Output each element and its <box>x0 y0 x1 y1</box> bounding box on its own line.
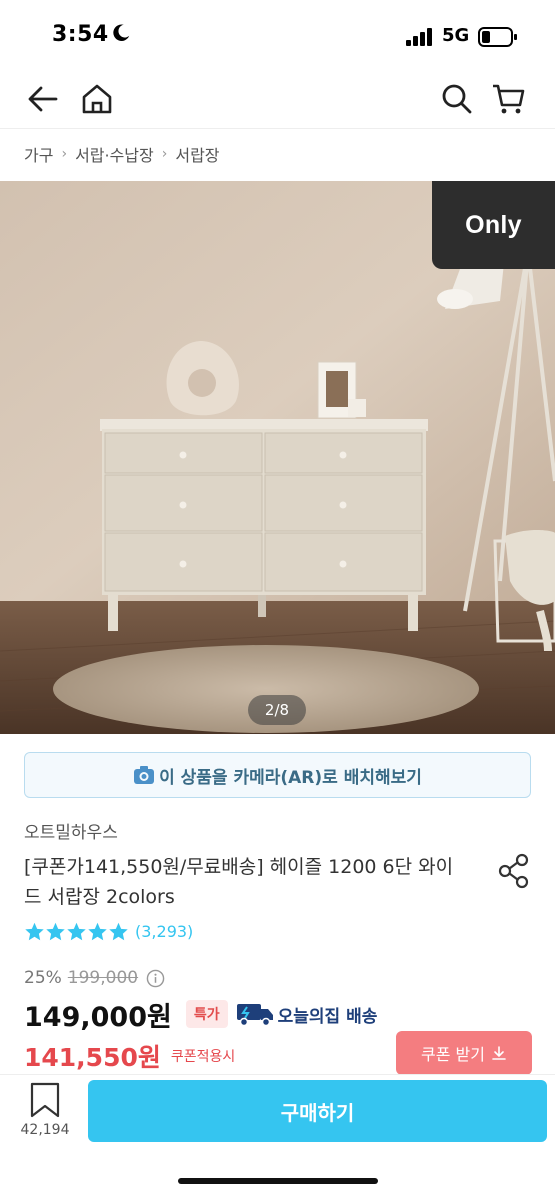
breadcrumb-item[interactable]: 가구 <box>24 142 53 166</box>
buy-button[interactable]: 구매하기 <box>88 1080 547 1142</box>
info-icon[interactable] <box>146 969 165 988</box>
signal-icon <box>406 28 432 46</box>
breadcrumb-item[interactable]: 서랍장 <box>175 142 219 166</box>
image-pager: 2/8 <box>248 695 306 725</box>
star-icon <box>46 922 65 940</box>
special-badge: 특가 <box>185 1000 228 1028</box>
home-indicator <box>178 1178 378 1184</box>
coupon-price: 141,550원 <box>24 1043 161 1072</box>
star-icon <box>67 922 86 940</box>
product-title: [쿠폰가141,550원/무료배송] 헤이즐 1200 6단 와이드 서랍장 2… <box>24 856 454 908</box>
bottom-divider <box>0 1074 555 1075</box>
status-bar: 3:54 5G <box>0 0 555 70</box>
camera-icon <box>134 766 155 784</box>
network-label: 5G <box>442 25 470 46</box>
download-icon <box>492 1046 506 1060</box>
only-badge: Only <box>432 181 555 269</box>
share-icon[interactable] <box>496 852 532 890</box>
coupon-button-label: 쿠폰 받기 <box>421 1045 485 1064</box>
coupon-download-button[interactable]: 쿠폰 받기 <box>396 1031 532 1075</box>
delivery-truck-icon <box>236 1004 273 1027</box>
review-count[interactable]: (3,293) <box>135 922 193 941</box>
ar-placement-button[interactable]: 이 상품을 카메라(AR)로 배치해보기 <box>24 752 531 798</box>
original-price-row: 25% 199,000 <box>24 965 165 991</box>
rating-stars <box>24 921 129 942</box>
star-icon <box>25 922 44 940</box>
cart-icon[interactable] <box>490 80 528 118</box>
home-icon[interactable] <box>78 80 116 118</box>
rating-row[interactable]: (3,293) <box>24 918 193 944</box>
top-nav <box>0 70 555 128</box>
delivery-label: 오늘의집 배송 <box>277 1006 378 1027</box>
bookmark-count: 42,194 <box>20 1122 70 1138</box>
discount-rate: 25% <box>24 968 62 988</box>
moon-icon <box>113 24 130 41</box>
coupon-note: 쿠폰적용시 <box>170 1049 236 1065</box>
original-price: 199,000 <box>67 968 139 988</box>
ar-button-label: 이 상품을 카메라(AR)로 배치해보기 <box>159 767 422 788</box>
nav-divider <box>0 128 555 129</box>
battery-icon <box>478 27 517 47</box>
price-row: 149,000원 특가 오늘의집 배송 <box>24 996 378 1033</box>
breadcrumb-item[interactable]: 서랍·수납장 <box>75 142 154 166</box>
sale-price: 149,000원 <box>24 1001 172 1033</box>
status-time: 3:54 <box>52 22 109 47</box>
product-image[interactable]: Only 2/8 <box>0 181 555 734</box>
back-arrow-icon[interactable] <box>24 80 62 118</box>
bookmark-icon[interactable] <box>24 1082 66 1118</box>
chevron-right-icon: › <box>161 146 168 162</box>
star-icon <box>109 922 128 940</box>
search-icon[interactable] <box>438 80 476 118</box>
brand-name[interactable]: 오트밀하우스 <box>24 818 118 843</box>
star-icon <box>88 922 107 940</box>
breadcrumb: 가구 › 서랍·수납장 › 서랍장 <box>24 140 220 168</box>
chevron-right-icon: › <box>61 146 68 162</box>
coupon-price-row: 141,550원 쿠폰적용시 <box>24 1038 235 1074</box>
